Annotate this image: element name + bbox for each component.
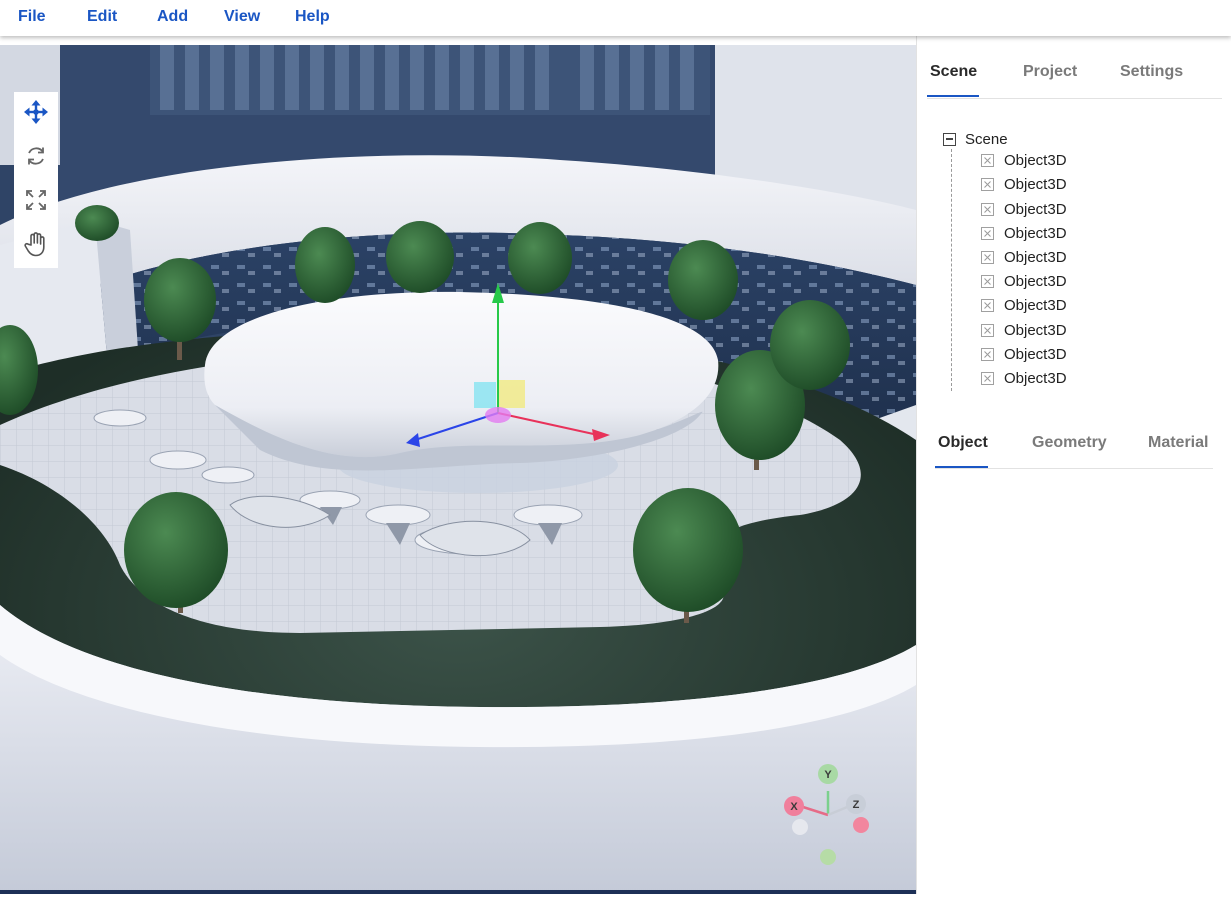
visibility-toggle-icon[interactable] [981, 202, 994, 216]
tree-item-label: Object3D [1004, 369, 1067, 387]
axis-gizmo[interactable]: Y X Z [780, 761, 880, 871]
tree-item-label: Object3D [1004, 200, 1067, 218]
tab-settings[interactable]: Settings [1120, 63, 1183, 81]
tab-scene[interactable]: Scene [930, 63, 977, 81]
tree-item-label: Object3D [1004, 272, 1067, 290]
gizmo-y-label: Y [824, 769, 832, 781]
menu-file[interactable]: File [18, 8, 46, 26]
visibility-toggle-icon[interactable] [981, 298, 994, 312]
tab-divider [927, 98, 1222, 99]
pan-tool-button[interactable] [14, 224, 58, 268]
visibility-toggle-icon[interactable] [981, 347, 994, 361]
gizmo-neg-x-handle[interactable] [853, 817, 869, 833]
tree-item-label: Object3D [1004, 248, 1067, 266]
menu-edit[interactable]: Edit [87, 8, 117, 26]
transform-toolbar [14, 92, 58, 268]
tree-item-label: Object3D [1004, 224, 1067, 242]
tree-item[interactable]: Object3D [981, 199, 1067, 219]
tree-item[interactable]: Object3D [981, 174, 1067, 194]
scale-tool-button[interactable] [14, 180, 58, 224]
scene-render [0, 45, 916, 894]
tree-item[interactable]: Object3D [981, 295, 1067, 315]
tree-item-label: Object3D [1004, 345, 1067, 363]
scale-icon [24, 188, 48, 217]
bottom-strip [0, 894, 1231, 903]
visibility-toggle-icon[interactable] [981, 177, 994, 191]
visibility-toggle-icon[interactable] [981, 371, 994, 385]
3d-viewport[interactable]: Y X Z [0, 45, 916, 894]
visibility-toggle-icon[interactable] [981, 250, 994, 264]
gizmo-neg-y-handle[interactable] [820, 849, 836, 865]
visibility-toggle-icon[interactable] [981, 274, 994, 288]
menu-view[interactable]: View [224, 8, 260, 26]
tree-item-label: Object3D [1004, 296, 1067, 314]
tree-item[interactable]: Object3D [981, 320, 1067, 340]
visibility-toggle-icon[interactable] [981, 226, 994, 240]
tree-item[interactable]: Object3D [981, 344, 1067, 364]
tree-guide-line [951, 149, 952, 391]
tab-project[interactable]: Project [1023, 63, 1077, 81]
move-tool-button[interactable] [14, 92, 58, 136]
pan-hand-icon [24, 231, 48, 262]
gizmo-z-label: Z [853, 799, 860, 811]
visibility-toggle-icon[interactable] [981, 323, 994, 337]
tree-item-label: Object3D [1004, 151, 1067, 169]
tree-item[interactable]: Object3D [981, 271, 1067, 291]
move-icon [23, 99, 49, 130]
tree-root-label: Scene [965, 130, 1008, 148]
tree-item[interactable]: Object3D [981, 223, 1067, 243]
gizmo-neg-z-handle[interactable] [792, 819, 808, 835]
gizmo-x-label: X [790, 801, 798, 813]
tree-item-label: Object3D [1004, 175, 1067, 193]
collapse-icon[interactable] [943, 132, 956, 146]
rotate-icon [24, 144, 48, 173]
tree-item[interactable]: Object3D [981, 150, 1067, 170]
menu-add[interactable]: Add [157, 8, 188, 26]
menu-help[interactable]: Help [295, 8, 330, 26]
tree-item-label: Object3D [1004, 321, 1067, 339]
tab-material[interactable]: Material [1148, 434, 1208, 452]
visibility-toggle-icon[interactable] [981, 153, 994, 167]
tree-root-scene[interactable]: Scene [943, 129, 1008, 149]
properties-tab-divider [935, 468, 1213, 469]
sidebar-panel: Scene Project Settings Scene Object3D Ob… [916, 36, 1231, 894]
tab-scene-indicator [927, 95, 979, 97]
tab-object[interactable]: Object [938, 434, 988, 452]
tree-item[interactable]: Object3D [981, 368, 1067, 388]
menu-bar: File Edit Add View Help [0, 0, 1231, 36]
tab-geometry[interactable]: Geometry [1032, 434, 1107, 452]
rotate-tool-button[interactable] [14, 136, 58, 180]
tree-item[interactable]: Object3D [981, 247, 1067, 267]
